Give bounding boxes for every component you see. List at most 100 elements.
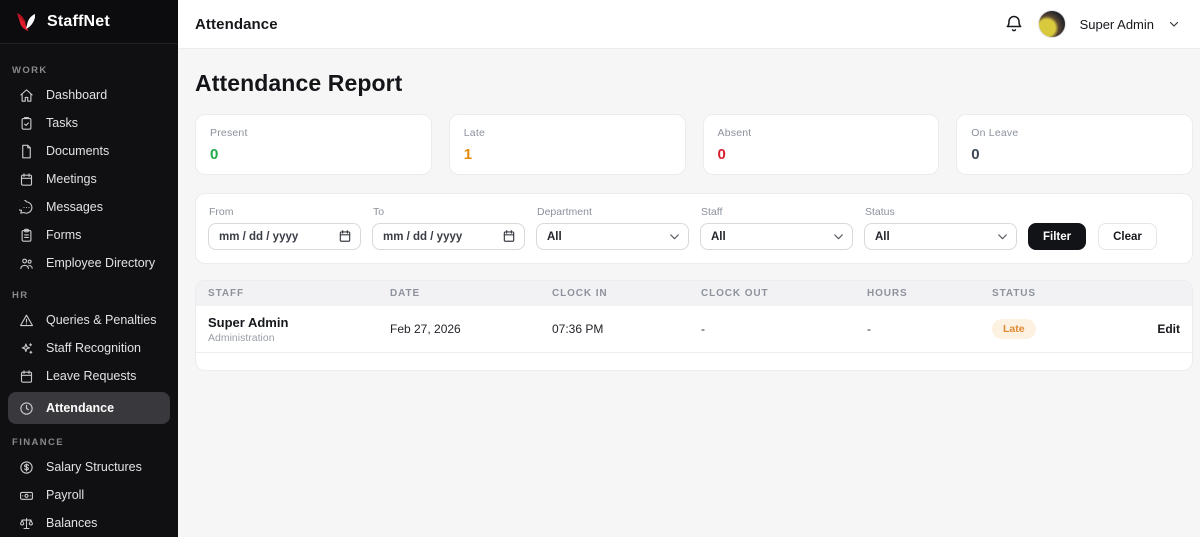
to-date-input[interactable] [372,223,525,250]
sidebar-item-meetings[interactable]: Meetings [8,165,170,193]
stat-value-3: 0 [971,146,980,163]
sidebar-item-label: Documents [46,144,110,158]
user-avatar[interactable] [1037,10,1066,38]
column-header-staff: Staff [208,288,244,299]
chat-icon [18,199,34,215]
main-content: Attendance Report Present 0 Late 1 Absen… [178,49,1200,537]
from-date-field: From [208,206,361,250]
sidebar-item-employee-directory[interactable]: Employee Directory [8,249,170,277]
department-field: Department All [536,206,689,250]
stat-label: Absent [717,127,752,139]
stats-row: Present 0 Late 1 Absent 0 On Leave 0 [195,114,1193,175]
row-hours: - [867,322,871,336]
department-label: Department [537,206,592,218]
sparkle-icon [18,340,34,356]
table-footer-spacer [196,353,1192,370]
stat-card-on-leave: On Leave 0 [956,114,1193,175]
sidebar-item-label: Employee Directory [46,256,156,270]
filter-button[interactable]: Filter [1028,223,1087,250]
stat-card-late: Late 1 [448,114,686,175]
status-label: Status [865,206,895,218]
page-title: Attendance [195,15,278,33]
sidebar-item-label: Payroll [46,488,85,502]
staff-field: Staff All [700,206,853,250]
stat-card-absent: Absent 0 [702,114,940,175]
from-label: From [209,206,234,218]
row-clock-out: - [701,322,705,336]
sidebar-item-messages[interactable]: Messages [8,193,170,221]
user-name: Super Admin [1079,16,1154,32]
clipboard-icon [18,227,34,243]
sidebar-item-label: Meetings [46,172,97,186]
sidebar-item-label: Balances [46,516,98,530]
calendar-icon [18,368,34,384]
row-staff-name: Super Admin [208,314,289,330]
stat-value-2: 0 [717,146,726,163]
sidebar-item-salary-structures[interactable]: Salary Structures [8,453,170,481]
from-date-input[interactable] [208,223,361,250]
sidebar-item-payroll[interactable]: Payroll [8,481,170,509]
row-date: Feb 27, 2026 [390,322,461,336]
sidebar-item-balances[interactable]: Balances [8,509,170,537]
staff-select[interactable]: All [700,223,853,250]
chevron-down-icon[interactable] [1168,18,1180,30]
status-badge: Late [992,319,1036,339]
brand-logo: StaffNet [0,0,178,44]
clipboard-check-icon [18,115,34,131]
table-row: Super Admin Administration Feb 27, 2026 … [196,306,1192,353]
to-date-field: To [372,206,525,250]
row-staff-department: Administration [208,331,275,344]
row-clock-in: 07:36 PM [552,322,604,336]
to-label: To [373,206,385,218]
sidebar-item-label: Tasks [46,116,78,130]
attendance-table: Staff Date Clock In Clock Out Hours Stat… [195,280,1193,371]
people-icon [18,255,34,271]
sidebar-item-label: Attendance [46,401,115,415]
sidebar-item-leave-requests[interactable]: Leave Requests [8,362,170,390]
sidebar-item-attendance[interactable]: Attendance [8,392,170,424]
staffnet-logo-icon [13,9,39,35]
staff-label: Staff [701,206,723,218]
column-header-clock-in: Clock In [552,288,608,299]
banknote-icon [18,487,34,503]
brand-name: StaffNet [47,12,110,30]
calendar-icon [18,171,34,187]
column-header-hours: Hours [867,288,908,299]
sidebar-item-label: Queries & Penalties [46,313,157,327]
sidebar-item-label: Forms [46,228,82,242]
column-header-status: Status [992,288,1036,299]
alert-triangle-icon [18,312,34,328]
topbar: Attendance Super Admin [178,0,1200,49]
stat-value-1: 1 [463,146,473,163]
clear-button[interactable]: Clear [1098,223,1157,250]
stat-value-0: 0 [210,146,219,163]
sidebar-item-tasks[interactable]: Tasks [8,109,170,137]
dollar-circle-icon [18,459,34,475]
stat-label: On Leave [971,127,1019,139]
stat-label: Late [463,127,485,139]
sidebar-nav: WORK Dashboard Tasks Documents Meetings … [0,44,178,537]
sidebar-item-queries-penalties[interactable]: Queries & Penalties [8,306,170,334]
column-header-date: Date [390,288,421,299]
sidebar-item-dashboard[interactable]: Dashboard [8,81,170,109]
sidebar-item-label: Salary Structures [46,460,142,474]
filter-bar: From To Department [195,193,1193,264]
clock-icon [18,400,34,416]
sidebar: StaffNet WORK Dashboard Tasks Documents … [0,0,178,537]
table-header-row: Staff Date Clock In Clock Out Hours Stat… [196,281,1192,306]
section-label-finance: FINANCE [12,437,65,448]
home-icon [18,87,34,103]
status-field: Status All [864,206,1017,250]
scales-icon [18,515,34,531]
sidebar-item-label: Dashboard [46,88,108,102]
sidebar-item-label: Messages [46,200,103,214]
department-select[interactable]: All [536,223,689,250]
sidebar-item-staff-recognition[interactable]: Staff Recognition [8,334,170,362]
notifications-bell-icon[interactable] [1004,14,1024,34]
section-label-hr: HR [12,290,29,301]
edit-link[interactable]: Edit [1102,322,1180,336]
status-select[interactable]: All [864,223,1017,250]
sidebar-item-documents[interactable]: Documents [8,137,170,165]
stat-card-present: Present 0 [195,114,432,175]
sidebar-item-forms[interactable]: Forms [8,221,170,249]
